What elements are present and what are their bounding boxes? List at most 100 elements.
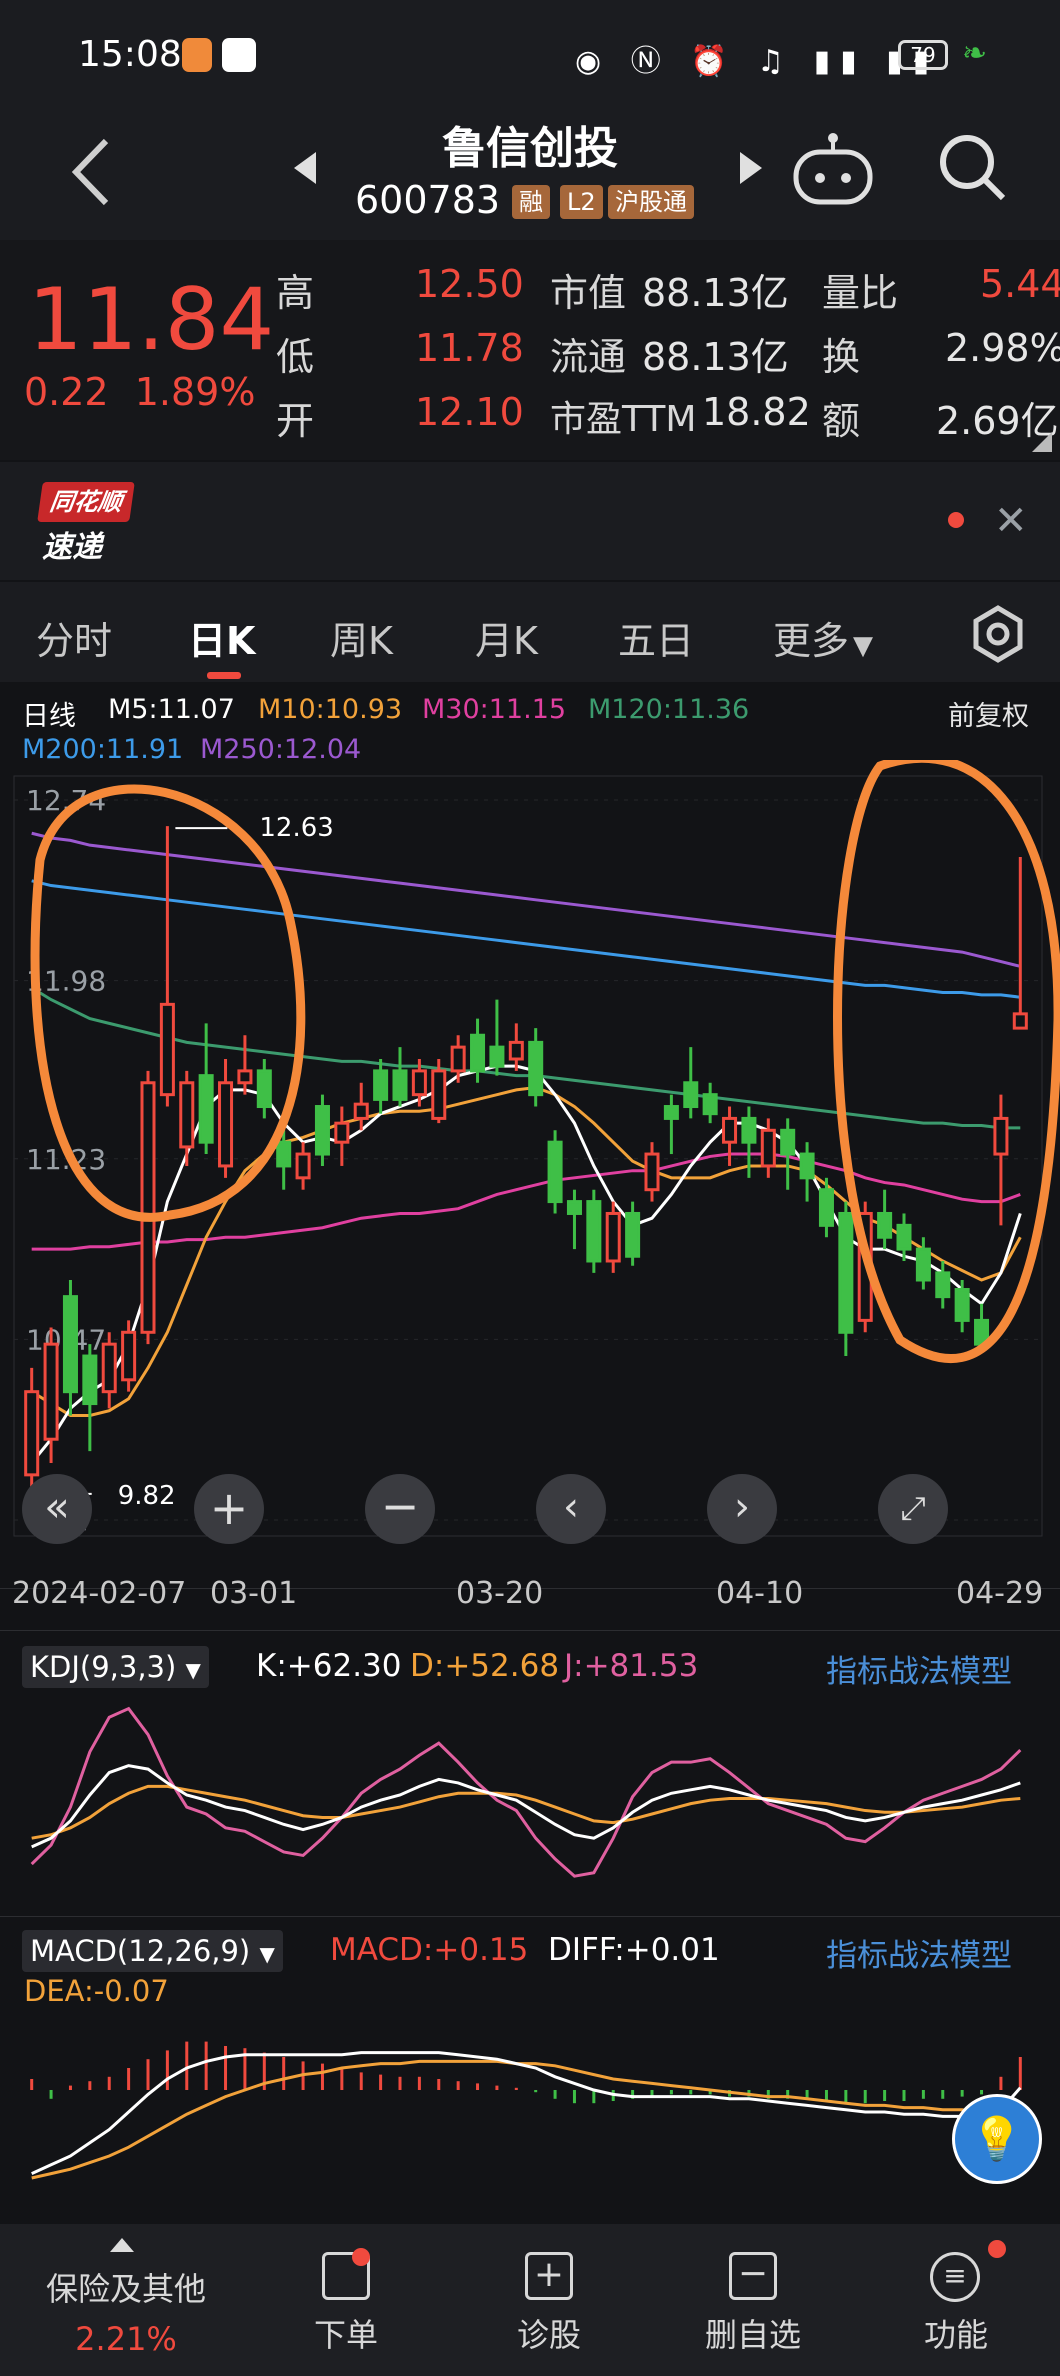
scroll-right-button[interactable]: ›	[707, 1474, 777, 1544]
tag-margin: 融	[512, 185, 550, 219]
stock-name: 鲁信创投	[442, 123, 618, 174]
turnover-label: 换	[822, 335, 861, 379]
candle-body	[392, 1069, 408, 1101]
macd-strategy-link[interactable]: 指标战法模型	[826, 1930, 1012, 1975]
tab-more[interactable]: 更多 ▼	[773, 610, 873, 665]
tab-weekly-k[interactable]: 周K	[330, 610, 393, 665]
candle-body	[586, 1200, 602, 1263]
diagnose-icon: +	[525, 2252, 573, 2300]
leaf-icon: ❧	[962, 36, 988, 71]
candle-body	[780, 1128, 796, 1156]
candle-body	[644, 1152, 660, 1192]
kdj-d-value: D:+52.68	[410, 1648, 560, 1684]
candle-body	[121, 1330, 137, 1382]
candle-body	[431, 1069, 447, 1120]
candle-body	[276, 1140, 292, 1168]
dropdown-arrow-icon: ▼	[853, 631, 874, 661]
open-label: 开	[276, 399, 315, 443]
cloud-icon	[222, 38, 256, 72]
kline-chart[interactable]: 12.7411.9811.2310.479.7112.639.82	[0, 760, 1060, 1560]
stock-code: 600783	[355, 178, 501, 222]
system-status-icons: ◉ Ⓝ ⏰ ♫ ▮▮ ▮▮	[575, 44, 940, 79]
unread-dot	[948, 512, 964, 528]
candle-body	[198, 1074, 214, 1144]
insurance-label[interactable]: 保险及其他	[36, 2264, 216, 2310]
low-label: 低	[276, 335, 315, 379]
nav-order[interactable]: 下单	[286, 2310, 406, 2356]
tab-intraday[interactable]: 分时	[36, 610, 112, 665]
zoom-out-button[interactable]: −	[365, 1474, 435, 1544]
candle-body	[547, 1140, 563, 1204]
tab-active-indicator	[207, 672, 241, 679]
candle-body	[62, 1295, 78, 1394]
candle-body	[954, 1288, 970, 1322]
close-icon[interactable]: ✕	[994, 498, 1028, 544]
vol-ratio-value: 5.44	[980, 262, 1060, 306]
ma30-label: M30:11.15	[422, 694, 567, 725]
macd-divider	[0, 1916, 1060, 1917]
robot-assistant-icon[interactable]	[790, 128, 876, 208]
insurance-pct: 2.21%	[75, 2320, 177, 2358]
status-time: 15:08	[78, 34, 182, 75]
news-bar[interactable]	[0, 462, 1060, 580]
kdj-strategy-link[interactable]: 指标战法模型	[826, 1646, 1012, 1691]
app-notify-icon	[182, 38, 212, 72]
candle-body	[993, 1116, 1009, 1156]
kdj-selector[interactable]: KDJ(9,3,3) ▼	[22, 1646, 209, 1688]
candle-body	[140, 1081, 156, 1334]
lightbulb-icon[interactable]: 💡	[952, 2094, 1042, 2184]
change-pct: 1.89%	[134, 370, 256, 414]
pe-value: 18.82	[702, 390, 811, 434]
candle-body	[566, 1200, 582, 1215]
candle-body	[237, 1069, 253, 1085]
next-stock-icon[interactable]	[738, 150, 764, 186]
tag-hk-connect: 沪股通	[608, 185, 694, 219]
pe-label: 市盈TTM	[550, 399, 697, 440]
search-icon[interactable]	[935, 130, 1009, 204]
nav-diagnose[interactable]: 诊股	[489, 2310, 609, 2356]
ma5-label: M5:11.07	[108, 694, 235, 725]
fullscreen-button[interactable]: ⤢	[878, 1474, 948, 1544]
ths-sub-label: 速递	[42, 530, 102, 565]
ma250-line	[31, 831, 1021, 968]
jump-start-button[interactable]: «	[22, 1474, 92, 1544]
scroll-left-button[interactable]: ‹	[536, 1474, 606, 1544]
candle-body	[838, 1211, 854, 1334]
expand-up-icon[interactable]	[108, 2236, 136, 2254]
adjust-mode[interactable]: 前复权	[948, 694, 1029, 733]
current-price: 11.84	[28, 270, 275, 370]
expand-corner-icon[interactable]	[1030, 430, 1054, 454]
kdj-j-value: J:+81.53	[564, 1648, 699, 1684]
float-label: 流通	[550, 335, 627, 379]
kdj-k-value: K:+62.30	[256, 1648, 402, 1684]
candle-body	[159, 1002, 175, 1097]
macd-diff-value: DIFF:+0.01	[548, 1932, 720, 1968]
x-label-start: 2024-02-07	[12, 1576, 187, 1611]
tag-l2: L2	[560, 185, 603, 219]
tab-monthly-k[interactable]: 月K	[475, 610, 538, 665]
tab-daily-k[interactable]: 日K	[188, 610, 255, 665]
remove-watchlist-icon: −	[729, 2252, 777, 2300]
max-marker-label: 12.63	[259, 813, 333, 843]
candle-body	[82, 1354, 98, 1406]
vol-ratio-label: 量比	[822, 271, 899, 315]
candle-body	[101, 1342, 117, 1394]
candle-body	[1012, 1012, 1028, 1030]
nav-remove-watchlist[interactable]: 删自选	[693, 2310, 813, 2356]
zoom-in-button[interactable]: +	[194, 1474, 264, 1544]
candle-body	[663, 1105, 679, 1120]
battery-icon: 79	[898, 40, 948, 70]
tab-five-day[interactable]: 五日	[618, 610, 694, 665]
kdj-name: KDJ(9,3,3)	[30, 1650, 177, 1684]
candle-body	[179, 1081, 195, 1149]
ma10-label: M10:10.93	[258, 694, 403, 725]
candle-body	[489, 1045, 505, 1068]
candle-body	[43, 1342, 59, 1441]
price-change: 0.22 1.89%	[24, 370, 255, 414]
macd-selector[interactable]: MACD(12,26,9) ▼	[22, 1930, 283, 1972]
settings-icon[interactable]	[968, 604, 1028, 664]
nav-function[interactable]: 功能	[896, 2310, 1016, 2356]
ma120-label: M120:11.36	[588, 694, 750, 725]
candle-body	[915, 1247, 931, 1282]
open-value: 12.10	[415, 390, 524, 434]
